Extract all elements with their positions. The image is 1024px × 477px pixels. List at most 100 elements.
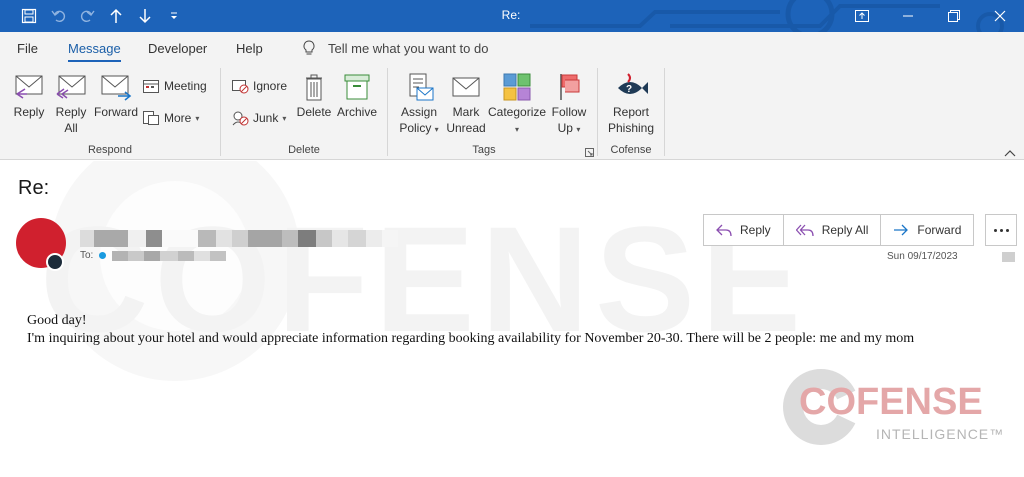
dialog-launcher-icon[interactable] [585,146,594,160]
reply-all-button[interactable]: Reply All [53,72,89,136]
junk-icon [232,111,249,126]
forward-action-label: Forward [917,223,962,237]
reply-all-action-label: Reply All [821,223,869,237]
assign-policy-label-2: Policy [399,121,432,135]
tab-help[interactable]: Help [236,41,263,56]
reply-icon [15,75,43,99]
menu-bar: File Message Developer Help Tell me what… [0,32,1024,64]
group-label-respond: Respond [87,144,133,156]
ribbon-separator [220,68,221,156]
reply-all-label-1: Reply [55,105,87,119]
message-date: Sun 09/17/2023 [887,251,958,262]
message-pane: COFENSE Re: To: Reply Reply All Forward … [0,161,1024,477]
categorize-button[interactable]: Categorize ▾ [488,72,546,138]
calendar-icon [143,80,159,93]
tell-me-text: Tell me what you want to do [328,40,489,56]
logo-word: COFENSE [799,381,983,423]
chevron-down-icon: ▾ [434,125,439,134]
meeting-button[interactable]: Meeting [142,78,207,94]
follow-up-label-1: Follow [551,105,587,119]
undo-icon[interactable] [47,4,71,28]
recipient-status-icon [99,252,107,259]
report-phishing-label-1: Report [612,105,650,119]
forward-icon [894,224,909,236]
message-body: Good day! I'm inquiring about your hotel… [27,312,914,348]
mark-unread-icon [452,77,480,97]
categorize-icon [503,73,531,101]
reply-all-icon [795,224,814,237]
trash-icon [306,74,322,101]
message-subject: Re: [18,177,50,199]
follow-up-button[interactable]: Follow Up ▾ [548,72,590,138]
ribbon-separator [387,68,388,156]
tell-me-search[interactable]: Tell me what you want to do [302,40,488,56]
archive-label: Archive [336,105,377,119]
forward-label: Forward [93,105,138,119]
reply-label: Reply [13,105,45,119]
reply-button[interactable]: Reply [11,72,47,120]
reply-action-button[interactable]: Reply [704,215,784,245]
delete-label: Delete [296,105,332,119]
ellipsis-icon [993,228,997,232]
collapse-ribbon-icon[interactable] [1004,146,1016,160]
mark-unread-button[interactable]: Mark Unread [446,72,486,136]
more-actions-button[interactable] [985,214,1017,246]
forward-action-button[interactable]: Forward [881,215,973,245]
forward-button[interactable]: Forward [93,72,139,120]
ignore-label: Ignore [253,79,288,93]
ribbon: Reply Reply All Forward Meeting More ▾ R… [0,64,1024,160]
group-label-tags: Tags [472,144,496,156]
group-label-cofense: Cofense [610,144,652,156]
window-title: Re: [501,8,521,22]
chevron-down-icon: ▾ [282,113,287,123]
save-icon[interactable] [17,4,41,28]
tab-file[interactable]: File [17,41,38,56]
redo-icon[interactable] [75,4,99,28]
delete-button[interactable]: Delete [295,72,333,120]
close-icon[interactable] [977,0,1023,32]
ignore-icon [232,80,249,94]
flag-icon [560,74,580,100]
to-label: To: [80,250,94,261]
forward-icon [101,75,132,101]
assign-policy-icon [409,73,434,101]
chevron-down-icon: ▾ [514,125,519,134]
tab-message[interactable]: Message [68,41,121,62]
presence-status-icon [46,253,64,271]
recipient-redacted [112,250,227,261]
ribbon-display-options-icon[interactable] [839,0,885,32]
archive-icon [344,74,370,100]
ignore-button[interactable]: Ignore [231,78,287,94]
reply-icon [716,224,732,237]
restore-icon[interactable] [931,0,977,32]
report-phishing-button[interactable]: ? Report Phishing [604,70,658,136]
reply-action-label: Reply [740,223,771,237]
more-respond-button[interactable]: More ▾ [142,110,199,126]
report-phishing-label-2: Phishing [607,121,655,135]
date-redacted [1002,252,1015,262]
reply-all-label-2: All [64,121,78,135]
message-actions: Reply Reply All Forward [703,214,975,246]
cofense-intelligence-logo: COFENSE INTELLIGENCE™ [781,369,1003,449]
title-bar: Re: [0,0,1024,32]
chevron-down-icon: ▾ [195,113,200,123]
minimize-icon[interactable] [885,0,931,32]
junk-button[interactable]: Junk ▾ [231,110,286,126]
customize-toolbar-icon[interactable] [162,4,186,28]
meeting-label: Meeting [164,79,207,93]
group-label-delete: Delete [288,144,320,156]
svg-text:?: ? [626,84,632,95]
reply-all-icon [56,75,86,99]
junk-label: Junk [253,111,279,125]
tab-developer[interactable]: Developer [148,41,207,56]
next-item-icon[interactable] [133,4,157,28]
lightbulb-icon [303,40,315,55]
assign-policy-button[interactable]: Assign Policy ▾ [396,72,442,138]
mark-unread-label-2: Unread [446,121,486,135]
reply-all-action-button[interactable]: Reply All [784,215,882,245]
previous-item-icon[interactable] [104,4,128,28]
archive-button[interactable]: Archive [336,72,378,120]
more-respond-icon [143,111,159,125]
chevron-down-icon: ▾ [576,125,581,134]
categorize-label: Categorize [488,105,547,119]
